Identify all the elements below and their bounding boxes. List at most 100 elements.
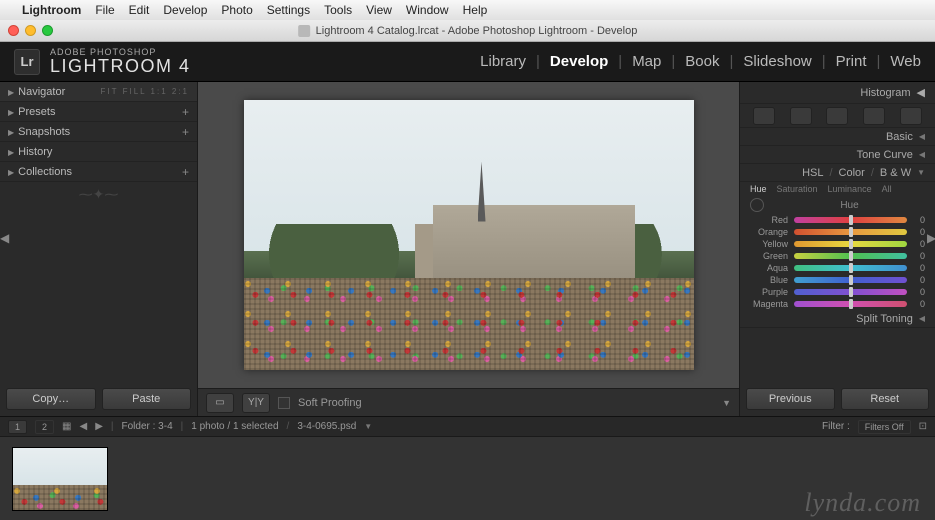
menu-settings[interactable]: Settings <box>267 3 310 17</box>
slider-label: Orange <box>750 227 788 237</box>
panel-hsl[interactable]: HSL / Color / B & W ▼ <box>740 164 935 182</box>
filter-dropdown[interactable]: Filters Off <box>858 420 911 434</box>
before-after-button[interactable]: Y|Y <box>242 393 270 413</box>
collections-add-icon[interactable]: + <box>182 165 189 179</box>
hsl-tab-luminance[interactable]: Luminance <box>828 184 872 194</box>
panel-snapshots[interactable]: ▶Snapshots + <box>0 122 197 142</box>
navigator-zoom-settings[interactable]: FIT FILL 1:1 2:1 <box>101 87 189 96</box>
slider-track[interactable] <box>794 289 907 295</box>
panel-presets[interactable]: ▶Presets + <box>0 102 197 122</box>
menu-photo[interactable]: Photo <box>221 3 252 17</box>
color-label[interactable]: Color <box>839 167 865 179</box>
slider-thumb[interactable] <box>849 227 853 237</box>
menu-develop[interactable]: Develop <box>163 3 207 17</box>
watermark: lynda.com <box>804 488 921 518</box>
folder-path[interactable]: Folder : 3-4 <box>122 421 173 432</box>
window-zoom-button[interactable] <box>42 25 53 36</box>
previous-button[interactable]: Previous <box>746 388 835 410</box>
filmstrip[interactable] <box>0 436 935 520</box>
hue-slider-purple[interactable]: Purple0 <box>740 286 935 298</box>
hue-slider-aqua[interactable]: Aqua0 <box>740 262 935 274</box>
copy-button[interactable]: Copy… <box>6 388 96 410</box>
redeye-tool[interactable] <box>826 107 848 125</box>
panel-split-toning[interactable]: Split Toning◀ <box>740 310 935 328</box>
adjustment-brush-tool[interactable] <box>900 107 922 125</box>
window-close-button[interactable] <box>8 25 19 36</box>
snapshots-add-icon[interactable]: + <box>182 125 189 139</box>
photo-preview[interactable] <box>244 100 694 370</box>
slider-thumb[interactable] <box>849 215 853 225</box>
menu-file[interactable]: File <box>95 3 114 17</box>
panel-tone-curve[interactable]: Tone Curve◀ <box>740 146 935 164</box>
slider-thumb[interactable] <box>849 239 853 249</box>
module-slideshow[interactable]: Slideshow <box>743 53 811 70</box>
slider-track[interactable] <box>794 253 907 259</box>
graduated-filter-tool[interactable] <box>863 107 885 125</box>
hsl-tab-saturation[interactable]: Saturation <box>777 184 818 194</box>
slider-track[interactable] <box>794 241 907 247</box>
filter-lock-icon[interactable]: ⊡ <box>919 421 927 432</box>
second-window-button[interactable]: 2 <box>35 420 54 434</box>
slider-value: 0 <box>913 227 925 237</box>
window-minimize-button[interactable] <box>25 25 36 36</box>
menu-help[interactable]: Help <box>463 3 488 17</box>
targeted-adjustment-tool[interactable] <box>750 198 764 212</box>
reset-button[interactable]: Reset <box>841 388 930 410</box>
soft-proofing-checkbox[interactable] <box>278 397 290 409</box>
hue-slider-blue[interactable]: Blue0 <box>740 274 935 286</box>
app-menu[interactable]: Lightroom <box>22 3 81 17</box>
spot-removal-tool[interactable] <box>790 107 812 125</box>
panel-navigator[interactable]: ▶Navigator FIT FILL 1:1 2:1 <box>0 82 197 102</box>
slider-thumb[interactable] <box>849 299 853 309</box>
hue-slider-yellow[interactable]: Yellow0 <box>740 238 935 250</box>
hsl-label[interactable]: HSL <box>802 167 823 179</box>
menu-window[interactable]: Window <box>406 3 449 17</box>
filmstrip-thumbnail[interactable] <box>12 447 108 511</box>
nav-back-icon[interactable]: ◀ <box>79 421 87 432</box>
module-print[interactable]: Print <box>836 53 867 70</box>
panel-history[interactable]: ▶History <box>0 142 197 162</box>
bw-label[interactable]: B & W <box>880 167 911 179</box>
menu-view[interactable]: View <box>366 3 392 17</box>
slider-thumb[interactable] <box>849 287 853 297</box>
hsl-tab-hue[interactable]: Hue <box>750 184 767 194</box>
panel-basic[interactable]: Basic◀ <box>740 128 935 146</box>
slider-track[interactable] <box>794 277 907 283</box>
panel-histogram[interactable]: Histogram ◀ <box>740 82 935 104</box>
left-panel: ▶Navigator FIT FILL 1:1 2:1 ▶Presets + ▶… <box>0 82 198 416</box>
slider-label: Purple <box>750 287 788 297</box>
left-panel-toggle[interactable]: ◀ <box>0 230 8 246</box>
module-book[interactable]: Book <box>685 53 719 70</box>
right-panel-toggle[interactable]: ▶ <box>927 230 935 246</box>
toolbar-menu-icon[interactable]: ▼ <box>722 398 731 408</box>
crop-tool[interactable] <box>753 107 775 125</box>
menu-edit[interactable]: Edit <box>129 3 150 17</box>
slider-thumb[interactable] <box>849 275 853 285</box>
module-map[interactable]: Map <box>632 53 661 70</box>
module-develop[interactable]: Develop <box>550 53 608 70</box>
hue-slider-green[interactable]: Green0 <box>740 250 935 262</box>
module-library[interactable]: Library <box>480 53 526 70</box>
hsl-tab-all[interactable]: All <box>882 184 892 194</box>
hue-slider-orange[interactable]: Orange 0 <box>740 226 935 238</box>
panel-collections[interactable]: ▶Collections + <box>0 162 197 182</box>
hue-slider-magenta[interactable]: Magenta0 <box>740 298 935 310</box>
slider-thumb[interactable] <box>849 251 853 261</box>
module-web[interactable]: Web <box>890 53 921 70</box>
paste-button[interactable]: Paste <box>102 388 192 410</box>
window-titlebar: Lightroom 4 Catalog.lrcat - Adobe Photos… <box>0 20 935 42</box>
slider-track[interactable] <box>794 229 907 235</box>
panel-split-toning-label: Split Toning <box>856 313 913 325</box>
menu-tools[interactable]: Tools <box>324 3 352 17</box>
main-window-button[interactable]: 1 <box>8 420 27 434</box>
loupe-view-button[interactable]: ▭ <box>206 393 234 413</box>
presets-add-icon[interactable]: + <box>182 105 189 119</box>
slider-track[interactable] <box>794 265 907 271</box>
hue-slider-red[interactable]: Red0 <box>740 214 935 226</box>
panel-history-label: History <box>18 146 52 158</box>
slider-track[interactable] <box>794 217 907 223</box>
slider-track[interactable] <box>794 301 907 307</box>
slider-thumb[interactable] <box>849 263 853 273</box>
grid-icon[interactable]: ▦ <box>62 421 71 432</box>
nav-fwd-icon[interactable]: ▶ <box>95 421 103 432</box>
